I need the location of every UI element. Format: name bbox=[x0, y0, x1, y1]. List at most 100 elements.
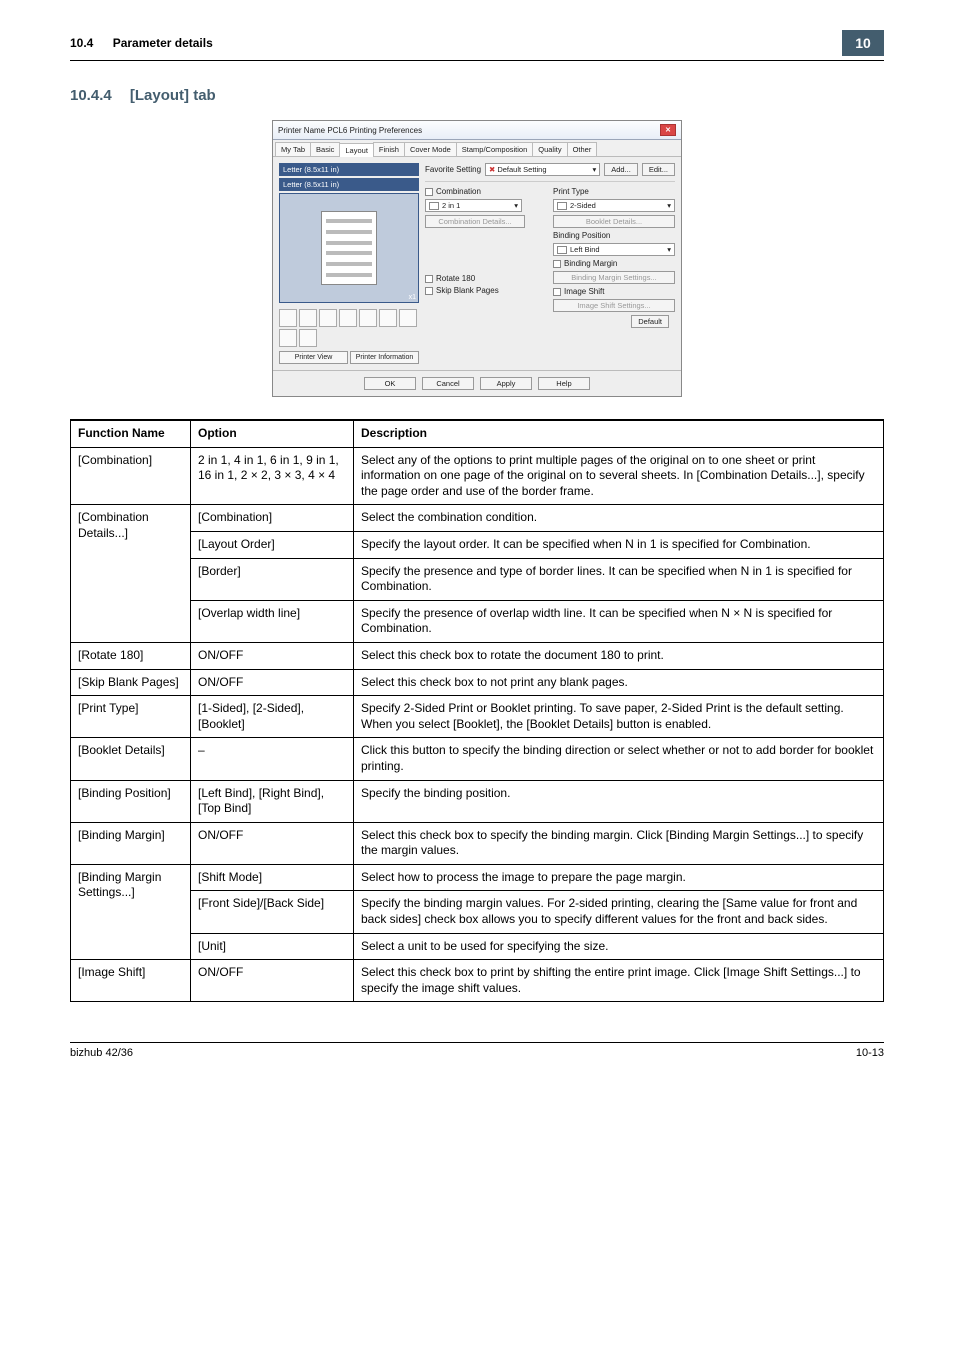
cell-option: [Shift Mode] bbox=[191, 864, 354, 891]
cell-description: Specify the presence of overlap width li… bbox=[354, 600, 884, 642]
cell-description: Select this check box to specify the bin… bbox=[354, 822, 884, 864]
rotate180-checkbox[interactable]: Rotate 180 bbox=[425, 274, 547, 283]
skip-blank-checkbox[interactable]: Skip Blank Pages bbox=[425, 286, 547, 295]
table-row: [Binding Margin Settings...][Shift Mode]… bbox=[71, 864, 884, 891]
preview-icon[interactable] bbox=[339, 309, 357, 327]
table-row: [Skip Blank Pages]ON/OFFSelect this chec… bbox=[71, 669, 884, 696]
dialog-title: Printer Name PCL6 Printing Preferences bbox=[278, 126, 422, 135]
tab-finish[interactable]: Finish bbox=[373, 142, 405, 156]
col-description: Description bbox=[354, 420, 884, 447]
favorite-label: Favorite Setting bbox=[425, 165, 481, 174]
header-section-num: 10.4 bbox=[70, 36, 93, 50]
cell-function: [Combination Details...] bbox=[71, 505, 191, 643]
col-option: Option bbox=[191, 420, 354, 447]
add-button[interactable]: Add... bbox=[604, 163, 638, 176]
table-row: [Booklet Details]–Click this button to s… bbox=[71, 738, 884, 780]
apply-button[interactable]: Apply bbox=[480, 377, 532, 390]
ok-button[interactable]: OK bbox=[364, 377, 416, 390]
image-shift-checkbox[interactable]: Image Shift bbox=[553, 287, 675, 296]
table-row: [Unit]Select a unit to be used for speci… bbox=[71, 933, 884, 960]
tab-quality[interactable]: Quality bbox=[532, 142, 567, 156]
table-row: [Image Shift]ON/OFFSelect this check box… bbox=[71, 960, 884, 1002]
help-button[interactable]: Help bbox=[538, 377, 590, 390]
cell-option: [Left Bind], [Right Bind], [Top Bind] bbox=[191, 780, 354, 822]
printer-view-button[interactable]: Printer View bbox=[279, 351, 348, 364]
cell-function: [Binding Margin] bbox=[71, 822, 191, 864]
default-button[interactable]: Default bbox=[631, 315, 669, 328]
table-row: [Combination]2 in 1, 4 in 1, 6 in 1, 9 i… bbox=[71, 447, 884, 505]
page-footer: bizhub 42/36 10-13 bbox=[70, 1042, 884, 1059]
cell-description: Select this check box to rotate the docu… bbox=[354, 642, 884, 669]
combination-dropdown[interactable]: 2 in 1▾ bbox=[425, 199, 522, 212]
preview-zoom: x1 bbox=[409, 294, 416, 301]
cell-option: [Combination] bbox=[191, 505, 354, 532]
chapter-badge: 10 bbox=[842, 30, 884, 56]
favorite-dropdown[interactable]: ✖Default Setting▾ bbox=[485, 163, 600, 176]
preview-icon[interactable] bbox=[399, 309, 417, 327]
cancel-button[interactable]: Cancel bbox=[422, 377, 474, 390]
cell-function: [Binding Position] bbox=[71, 780, 191, 822]
cell-option: 2 in 1, 4 in 1, 6 in 1, 9 in 1, 16 in 1,… bbox=[191, 447, 354, 505]
cell-option: ON/OFF bbox=[191, 822, 354, 864]
printing-preferences-dialog: Printer Name PCL6 Printing Preferences ✕… bbox=[272, 120, 682, 397]
booklet-details-button[interactable]: Booklet Details... bbox=[553, 215, 675, 228]
section-heading-title: [Layout] tab bbox=[130, 87, 216, 104]
cell-description: Specify the layout order. It can be spec… bbox=[354, 531, 884, 558]
binding-position-dropdown[interactable]: Left Bind▾ bbox=[553, 243, 675, 256]
cell-function: [Binding Margin Settings...] bbox=[71, 864, 191, 959]
page-preview: x1 bbox=[279, 193, 419, 303]
tab-covermode[interactable]: Cover Mode bbox=[404, 142, 457, 156]
table-row: [Rotate 180]ON/OFFSelect this check box … bbox=[71, 642, 884, 669]
binding-position-label: Binding Position bbox=[553, 231, 675, 240]
image-shift-settings-button[interactable]: Image Shift Settings... bbox=[553, 299, 675, 312]
header-section-title: Parameter details bbox=[113, 36, 213, 50]
preview-icon[interactable] bbox=[299, 309, 317, 327]
section-heading: 10.4.4 [Layout] tab bbox=[70, 87, 884, 104]
table-row: [Print Type][1-Sided], [2-Sided], [Bookl… bbox=[71, 696, 884, 738]
tab-layout[interactable]: Layout bbox=[339, 143, 374, 157]
col-function: Function Name bbox=[71, 420, 191, 447]
combination-details-button[interactable]: Combination Details... bbox=[425, 215, 525, 228]
preview-icon[interactable] bbox=[299, 329, 317, 347]
cell-description: Select how to process the image to prepa… bbox=[354, 864, 884, 891]
printer-info-button[interactable]: Printer Information bbox=[350, 351, 419, 364]
preview-icon[interactable] bbox=[319, 309, 337, 327]
header-left: 10.4 Parameter details bbox=[70, 36, 213, 50]
table-row: [Binding Margin]ON/OFFSelect this check … bbox=[71, 822, 884, 864]
preview-option-icons bbox=[279, 309, 419, 347]
preview-icon[interactable] bbox=[379, 309, 397, 327]
print-type-dropdown[interactable]: 2-Sided▾ bbox=[553, 199, 675, 212]
cell-option: [Unit] bbox=[191, 933, 354, 960]
table-row: [Front Side]/[Back Side]Specify the bind… bbox=[71, 891, 884, 933]
binding-margin-settings-button[interactable]: Binding Margin Settings... bbox=[553, 271, 675, 284]
tab-stamp[interactable]: Stamp/Composition bbox=[456, 142, 533, 156]
footer-model: bizhub 42/36 bbox=[70, 1047, 133, 1059]
cell-option: [Front Side]/[Back Side] bbox=[191, 891, 354, 933]
cell-option: – bbox=[191, 738, 354, 780]
preview-icon[interactable] bbox=[279, 309, 297, 327]
combination-checkbox[interactable]: Combination bbox=[425, 187, 547, 196]
cell-option: ON/OFF bbox=[191, 669, 354, 696]
cell-option: [Layout Order] bbox=[191, 531, 354, 558]
cell-function: [Skip Blank Pages] bbox=[71, 669, 191, 696]
cell-function: [Image Shift] bbox=[71, 960, 191, 1002]
tab-basic[interactable]: Basic bbox=[310, 142, 340, 156]
page-header: 10.4 Parameter details 10 bbox=[70, 30, 884, 61]
cell-function: [Rotate 180] bbox=[71, 642, 191, 669]
preview-icon[interactable] bbox=[279, 329, 297, 347]
cell-option: [Border] bbox=[191, 558, 354, 600]
preview-icon[interactable] bbox=[359, 309, 377, 327]
cell-description: Specify the presence and type of border … bbox=[354, 558, 884, 600]
cell-description: Select this check box to print by shifti… bbox=[354, 960, 884, 1002]
binding-margin-checkbox[interactable]: Binding Margin bbox=[553, 259, 675, 268]
tab-other[interactable]: Other bbox=[567, 142, 598, 156]
cell-option: [Overlap width line] bbox=[191, 600, 354, 642]
edit-button[interactable]: Edit... bbox=[642, 163, 675, 176]
cell-description: Specify 2-Sided Print or Booklet printin… bbox=[354, 696, 884, 738]
table-header-row: Function Name Option Description bbox=[71, 420, 884, 447]
cell-description: Select any of the options to print multi… bbox=[354, 447, 884, 505]
close-icon[interactable]: ✕ bbox=[660, 124, 676, 136]
table-row: [Binding Position][Left Bind], [Right Bi… bbox=[71, 780, 884, 822]
cell-option: [1-Sided], [2-Sided], [Booklet] bbox=[191, 696, 354, 738]
tab-mytab[interactable]: My Tab bbox=[275, 142, 311, 156]
